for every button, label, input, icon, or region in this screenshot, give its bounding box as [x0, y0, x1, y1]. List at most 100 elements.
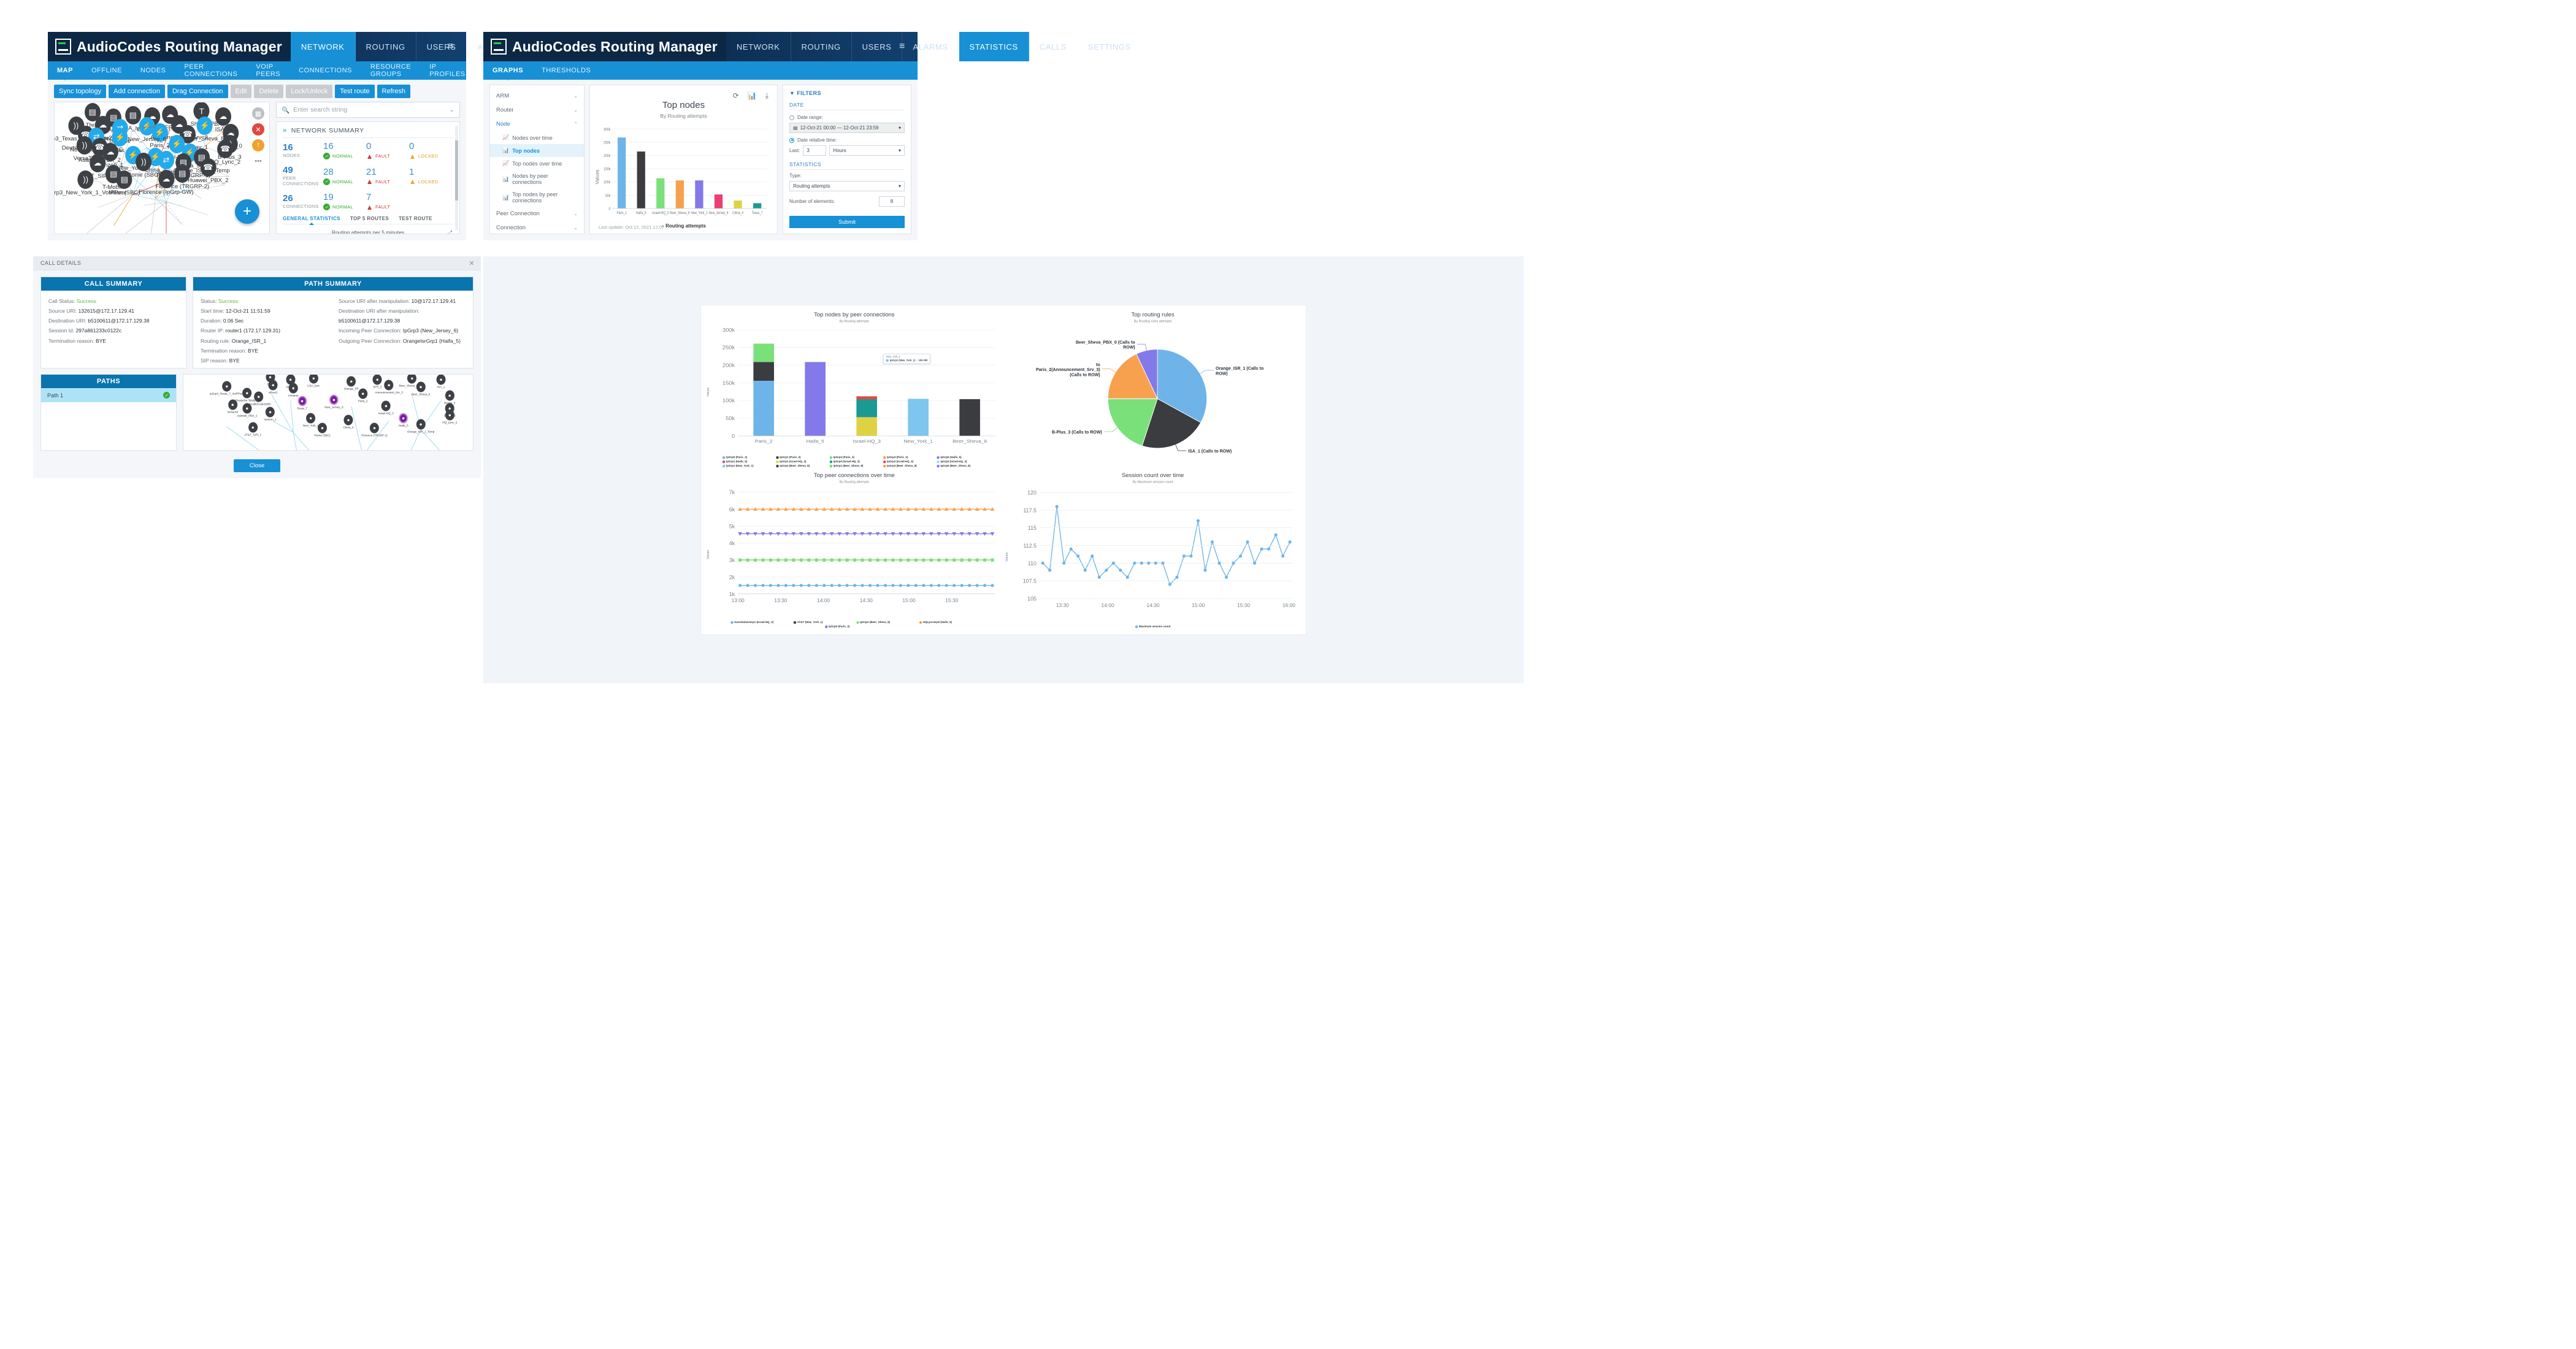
legend-item[interactable]: IpGrp2 (Israel-HQ_3) — [883, 460, 933, 464]
legend-item[interactable]: IpGrp1 (Haifa_5) — [722, 460, 772, 464]
tab-test-route[interactable]: TEST ROUTE — [399, 216, 432, 221]
chart-type-icon[interactable]: 📊 — [748, 91, 757, 101]
path-graph-node[interactable]: ● China_4 — [343, 415, 354, 429]
legend-item[interactable]: HQLyncGrp0 (Haifa_5) — [919, 621, 978, 624]
topology-node[interactable]: ☁ Florence (IpGrp-GW) — [139, 169, 194, 196]
path-graph-node[interactable]: ● Orange_FR — [344, 376, 359, 390]
legend-item[interactable]: IpGrp1 (Israel-HQ_3) — [775, 460, 826, 464]
subnav-offline[interactable]: OFFLINE — [82, 61, 131, 80]
legend-item[interactable]: KaveiZahavGrp1 (Israel-HQ_3) — [730, 621, 789, 624]
subnav-graphs[interactable]: GRAPHS — [483, 61, 532, 80]
legend-item[interactable]: IpGrp3 (Paris_2) — [883, 456, 933, 459]
topology-node[interactable]: ▤ Milan (SBC) — [109, 170, 140, 196]
path-graph-node[interactable]: ● Beer_Sheva_8 — [412, 381, 430, 396]
sidebar-item-top-nodes[interactable]: 📊 Top nodes — [490, 144, 584, 157]
test-route-button[interactable]: Test route — [335, 85, 375, 98]
legend-item[interactable]: IpGrp1 (New_York_1) — [722, 464, 772, 468]
subnav-thresholds[interactable]: THRESHOLDS — [532, 61, 600, 80]
sidebar-item-top-nodes-over-time[interactable]: 📈 Top nodes over time — [490, 157, 584, 170]
refresh-button[interactable]: Refresh — [377, 85, 411, 98]
path-graph-node[interactable]: ● Florence (TRGRP-1) — [361, 422, 388, 437]
nav-network[interactable]: NETWORK — [290, 32, 356, 61]
tab-general-statistics[interactable]: GENERAL STATISTICS — [283, 216, 340, 226]
path-graph-node[interactable]: ● Orange_ISR_1_Temp — [407, 419, 434, 433]
subnav-ip-profiles[interactable]: IP PROFILES — [420, 61, 474, 80]
date-range-input[interactable]: ▤ 12-Oct-21 00:00 — 12-Oct-21 23:59 ▾ — [789, 123, 905, 133]
legend-item[interactable]: AT&T (New_York_1) — [793, 621, 852, 624]
type-select[interactable]: Routing attempts ▾ — [789, 181, 905, 191]
sidebar-group-peer-connection[interactable]: Peer Connection ⌄ — [490, 207, 584, 221]
sidebar-item-nodes-by-peer-connections[interactable]: 📊 Nodes by peer connections — [490, 170, 584, 188]
legend-item[interactable]: IpGrp2 (Beer_Sheva_8) — [775, 464, 826, 468]
elements-input[interactable]: 8 — [879, 196, 905, 207]
nav-network[interactable]: NETWORK — [726, 32, 791, 61]
add-connection-button[interactable]: Add connection — [109, 85, 165, 98]
subnav-map[interactable]: MAP — [48, 61, 82, 80]
hamburger-icon[interactable]: ≡ — [899, 42, 910, 52]
path-graph-node[interactable]: ● ISA_1 — [436, 375, 446, 389]
more-icon[interactable]: ••• — [252, 155, 264, 167]
legend-item[interactable]: IpGrp0 (Haifa_5) — [937, 456, 986, 459]
nav-statistics[interactable]: STATISTICS — [959, 32, 1029, 61]
chevron-down-icon[interactable]: ⌄ — [449, 106, 454, 113]
nav-alarms[interactable]: ALARMS — [902, 32, 959, 61]
summary-scrollbar[interactable] — [455, 126, 458, 230]
path-graph-node[interactable]: ● New_Jersey_6 — [324, 394, 343, 409]
path-graph-node[interactable]: ● Texas_7 — [297, 396, 307, 410]
sidebar-group-arm[interactable]: ARM ⌄ — [490, 89, 584, 103]
network-topology-map[interactable]: ▤Thrie▤vPeer1▤USA_lync☁Orange_FR☁SFR_2TB… — [54, 102, 270, 234]
download-icon[interactable]: ⤓ — [765, 91, 769, 101]
search-input[interactable]: Enter search string — [293, 106, 445, 113]
legend-item[interactable]: IpGrp3 (Israel-HQ_3) — [937, 460, 986, 464]
legend-item[interactable]: IpGrp0 (Israel-HQ_3) — [829, 460, 879, 464]
map-search-bar[interactable]: 🔍 Enter search string ⌄ — [276, 102, 460, 118]
time-unit-select[interactable]: Hours ▾ — [829, 145, 905, 156]
nav-calls[interactable]: CALLS — [1029, 32, 1078, 61]
relative-time-radio[interactable] — [789, 137, 794, 143]
path-graph-node[interactable]: ● Paris_2 — [358, 388, 367, 403]
sync-topology-button[interactable]: Sync topology — [54, 85, 107, 98]
grid-icon[interactable]: ▦ — [252, 107, 264, 120]
legend-item[interactable]: IpGrp1 (Beer_Sheva_8) — [829, 464, 879, 468]
nav-settings[interactable]: SETTINGS — [1078, 32, 1142, 61]
locked-icon[interactable]: ! — [252, 139, 264, 151]
sidebar-item-top-nodes-by-peer-connections[interactable]: 📊 Top nodes by peer connections — [490, 188, 584, 207]
drag-connection-button[interactable]: Drag Connection — [167, 85, 228, 98]
legend-item[interactable]: IpGrp0 (Paris_2) — [722, 456, 772, 459]
nav-routing[interactable]: ROUTING — [791, 32, 852, 61]
subnav-connections[interactable]: CONNECTIONS — [289, 61, 361, 80]
nav-users[interactable]: USERS — [852, 32, 903, 61]
path-graph-node[interactable]: ● AT&T_SIPt_1 — [244, 422, 261, 436]
add-node-fab[interactable]: + — [235, 199, 259, 224]
legend-item[interactable]: IpGrp0 (Beer_Sheva_8) — [937, 464, 986, 468]
path-graph[interactable]: ●Thrie●vPeer1●USA_lync●Orange_FR●SFR_2●B… — [183, 374, 473, 451]
nav-routing[interactable]: ROUTING — [356, 32, 416, 61]
refresh-icon[interactable]: ⟳ — [733, 91, 739, 101]
subnav-voip-peers[interactable]: VOIP PEERS — [247, 61, 289, 80]
path-graph-node[interactable]: ● HQ_Lync_2 — [442, 410, 457, 424]
fault-icon[interactable]: ✕ — [252, 123, 264, 136]
close-icon[interactable]: ✕ — [469, 259, 475, 267]
legend-item[interactable]: IpGrp0 (Paris_2) — [824, 625, 884, 629]
sidebar-group-router[interactable]: Router ⌄ — [490, 103, 584, 117]
topology-node[interactable]: ⚡ New_Jersey_6 — [128, 117, 166, 143]
legend-item[interactable]: IpGrp2 (Paris_2) — [829, 456, 879, 459]
close-button[interactable]: Close — [233, 459, 281, 472]
subnav-resource-groups[interactable]: RESOURCE GROUPS — [361, 61, 420, 80]
submit-button[interactable]: Submit — [789, 216, 905, 228]
legend-item[interactable]: IpGrp2 (Beer_Sheva_8) — [856, 621, 915, 624]
nav-users[interactable]: USERS — [416, 32, 467, 61]
sidebar-group-node[interactable]: Node ⌃ — [490, 117, 584, 131]
date-range-radio[interactable] — [789, 115, 794, 120]
path-graph-node[interactable]: ● Announcement_Srv_3 — [375, 380, 403, 394]
last-value-input[interactable]: 3 — [803, 145, 827, 156]
legend-item[interactable]: IpGrp3 (Beer_Sheva_8) — [883, 464, 933, 468]
sidebar-group-connection[interactable]: Connection ⌄ — [490, 221, 584, 234]
subnav-nodes[interactable]: NODES — [131, 61, 175, 80]
sidebar-item-nodes-over-time[interactable]: 📈 Nodes over time — [490, 131, 584, 144]
expand-icon[interactable]: » — [283, 127, 287, 134]
subnav-peer-connections[interactable]: PEER CONNECTIONS — [175, 61, 247, 80]
path-graph-node[interactable]: ● Asterisk_PBX_2 — [237, 403, 257, 417]
path-list-item[interactable]: Path 1 ✓ — [41, 388, 176, 402]
path-graph-node[interactable]: ● USA_lync — [307, 375, 320, 387]
